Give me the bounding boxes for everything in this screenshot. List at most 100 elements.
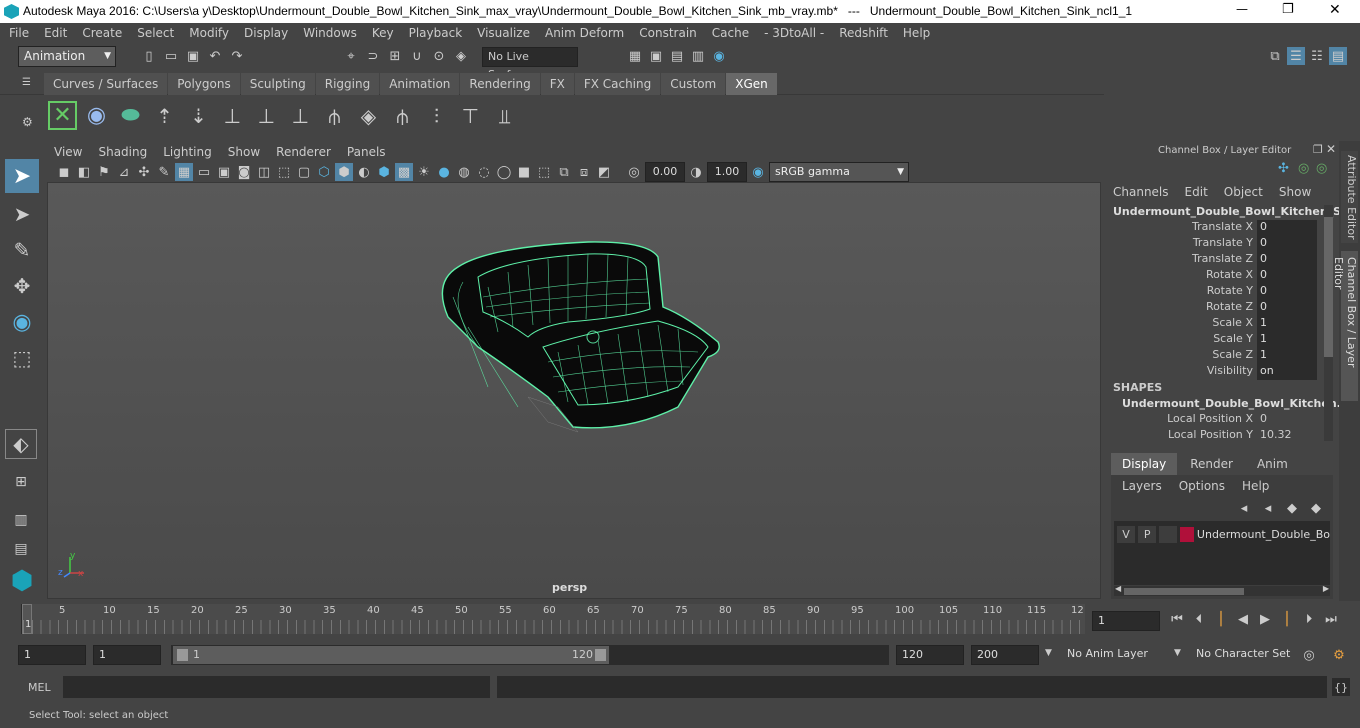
rotate-tool-icon[interactable]: ◉ [5,305,39,339]
maya-home-icon[interactable]: ⬢ [4,565,40,597]
viewport-menu-panels[interactable]: Panels [347,145,386,159]
xgen-insert-cv-icon[interactable]: ⊥ [218,101,247,130]
channel-row[interactable]: Local Position Y 10.32 [1106,428,1321,444]
xgen-select-icon[interactable]: ◈ [354,101,383,130]
new-layer-selected-icon[interactable]: ◆ [1307,499,1325,517]
range-slider[interactable]: 1 120 [171,645,889,665]
menu-redshift[interactable]: Redshift [839,26,888,40]
live-surface-field[interactable]: No Live Surface [482,47,578,81]
go-to-end-icon[interactable]: ⏭ [1322,610,1340,628]
xgen-preview-icon[interactable]: ◉ [82,101,111,130]
menu-file[interactable]: File [9,26,29,40]
tab-fx[interactable]: FX [540,73,574,95]
go-to-start-icon[interactable]: ⏮ [1168,610,1186,628]
undo-icon[interactable]: ↶ [206,47,224,65]
snap-point-icon[interactable]: ⊙ [430,47,448,65]
playback-end-field[interactable]: 120 [896,645,964,665]
color-management-icon[interactable]: ◉ [749,163,767,181]
command-language-label[interactable]: MEL [28,681,51,694]
xgen-guide-icon[interactable]: ⊤ [456,101,485,130]
attribute-editor-toggle-icon[interactable]: ☰ [1287,47,1305,65]
playback-start-field[interactable]: 1 [93,645,161,665]
resolution-gate-icon[interactable]: ▣ [215,163,233,181]
shadows-icon[interactable]: ☀ [415,163,433,181]
shape-node-name[interactable]: Undermount_Double_Bowl_Kitchen... [1122,397,1349,410]
viewport-menu-show[interactable]: Show [228,145,260,159]
layer-tab-anim[interactable]: Anim [1246,453,1299,475]
step-forward-frame-icon[interactable]: ⏵ [1300,610,1318,628]
textured-icon[interactable]: ⬢ [375,163,393,181]
lasso-icon[interactable]: ⊃ [364,47,382,65]
channel-value[interactable]: 1 [1257,316,1317,332]
open-scene-icon[interactable]: ▭ [162,47,180,65]
gate-mask-icon[interactable]: ◙ [235,163,253,181]
tab-curves-surfaces[interactable]: Curves / Surfaces [44,73,168,95]
channel-row[interactable]: Local Position X 0 [1106,412,1321,428]
float-panel-icon[interactable]: ❐ [1313,143,1323,156]
single-view-layout-icon[interactable]: ⬖ [5,429,37,459]
paint-select-tool-icon[interactable]: ✎ [5,233,39,267]
layer-name[interactable]: Undermount_Double_Bo [1197,528,1330,541]
layer-display-type-toggle[interactable] [1159,525,1178,543]
menu-playback[interactable]: Playback [409,26,463,40]
move-tool-icon[interactable]: ✥ [5,269,39,303]
layer-tab-display[interactable]: Display [1111,453,1178,475]
field-chart-icon[interactable]: ◫ [255,163,273,181]
menu-edit[interactable]: Edit [44,26,67,40]
xgen-comb-icon[interactable]: ⫶ [422,101,451,130]
xgen-visibility-icon[interactable]: ⊥ [252,101,281,130]
viewport-canvas[interactable]: y z x persp [47,182,1101,599]
attribute-editor-tab[interactable]: Attribute Editor [1341,151,1358,243]
maximize-button[interactable]: ❐ [1282,2,1294,17]
layer-tab-render[interactable]: Render [1179,453,1244,475]
channel-row[interactable]: Rotate Y 0 [1106,284,1321,300]
channel-value[interactable]: 0 [1257,236,1317,252]
smooth-shade-icon[interactable]: ⬢ [335,163,353,181]
sink-wireframe-model[interactable] [428,237,748,447]
channels-menu-channels[interactable]: Channels [1113,185,1169,199]
tool-settings-toggle-icon[interactable]: ☷ [1308,47,1326,65]
shelf-menu-icon[interactable]: ☰ [22,77,31,88]
hypershade-icon[interactable]: ◉ [710,47,728,65]
scroll-right-icon[interactable]: ▶ [1323,584,1329,593]
channel-value[interactable]: 1 [1257,348,1317,364]
film-gate-icon[interactable]: ▭ [195,163,213,181]
xgen-leaf-icon[interactable]: ⬬ [116,101,145,130]
layers-menu-help[interactable]: Help [1242,479,1269,493]
menu-create[interactable]: Create [82,26,122,40]
colorspace-dropdown[interactable]: sRGB gamma ▼ [769,162,909,182]
tab-xgen[interactable]: XGen [726,73,777,95]
channels-menu-object[interactable]: Object [1224,185,1263,199]
tab-animation[interactable]: Animation [380,73,460,95]
menu-display[interactable]: Display [244,26,288,40]
ipr-render-icon[interactable]: ▤ [668,47,686,65]
auto-key-icon[interactable]: ◎ [1300,646,1318,664]
viewport-menu-renderer[interactable]: Renderer [276,145,331,159]
minimize-button[interactable]: — [1236,2,1248,16]
exposure-icon[interactable]: ◎ [625,163,643,181]
start-time-field[interactable]: 1 [18,645,86,665]
channel-row[interactable]: Scale Z 1 [1106,348,1321,364]
xgen-lock-icon[interactable]: ⊥ [286,101,315,130]
grease-pencil-icon[interactable]: ✎ [155,163,173,181]
four-view-layout-icon[interactable]: ⊞ [6,467,36,497]
channel-row[interactable]: Translate X 0 [1106,220,1321,236]
render-settings-icon[interactable]: ▥ [689,47,707,65]
menu-cache[interactable]: Cache [712,26,749,40]
current-frame-field[interactable]: 1 [1092,611,1160,631]
anti-aliasing-icon[interactable]: ◌ [475,163,493,181]
channel-row[interactable]: Rotate Z 0 [1106,300,1321,316]
image-plane-icon[interactable]: ⊿ [115,163,133,181]
xgen-editor-icon[interactable]: ✕ [48,101,77,130]
channel-row[interactable]: Scale X 1 [1106,316,1321,332]
menu-3dtoall[interactable]: - 3DtoAll - [764,26,824,40]
safe-action-icon[interactable]: ⬚ [275,163,293,181]
channel-row[interactable]: Translate Z 0 [1106,252,1321,268]
move-layer-up-icon[interactable]: ◂ [1235,499,1253,517]
grid-toggle-icon[interactable]: ▦ [175,163,193,181]
screen-space-ao-icon[interactable]: ● [435,163,453,181]
char-set-chevron-icon[interactable]: ▼ [1174,648,1181,658]
channel-value[interactable]: 0 [1257,284,1317,300]
channel-sync-icon[interactable]: ◎ [1298,161,1309,176]
scale-tool-icon[interactable]: ⬚ [5,341,39,375]
